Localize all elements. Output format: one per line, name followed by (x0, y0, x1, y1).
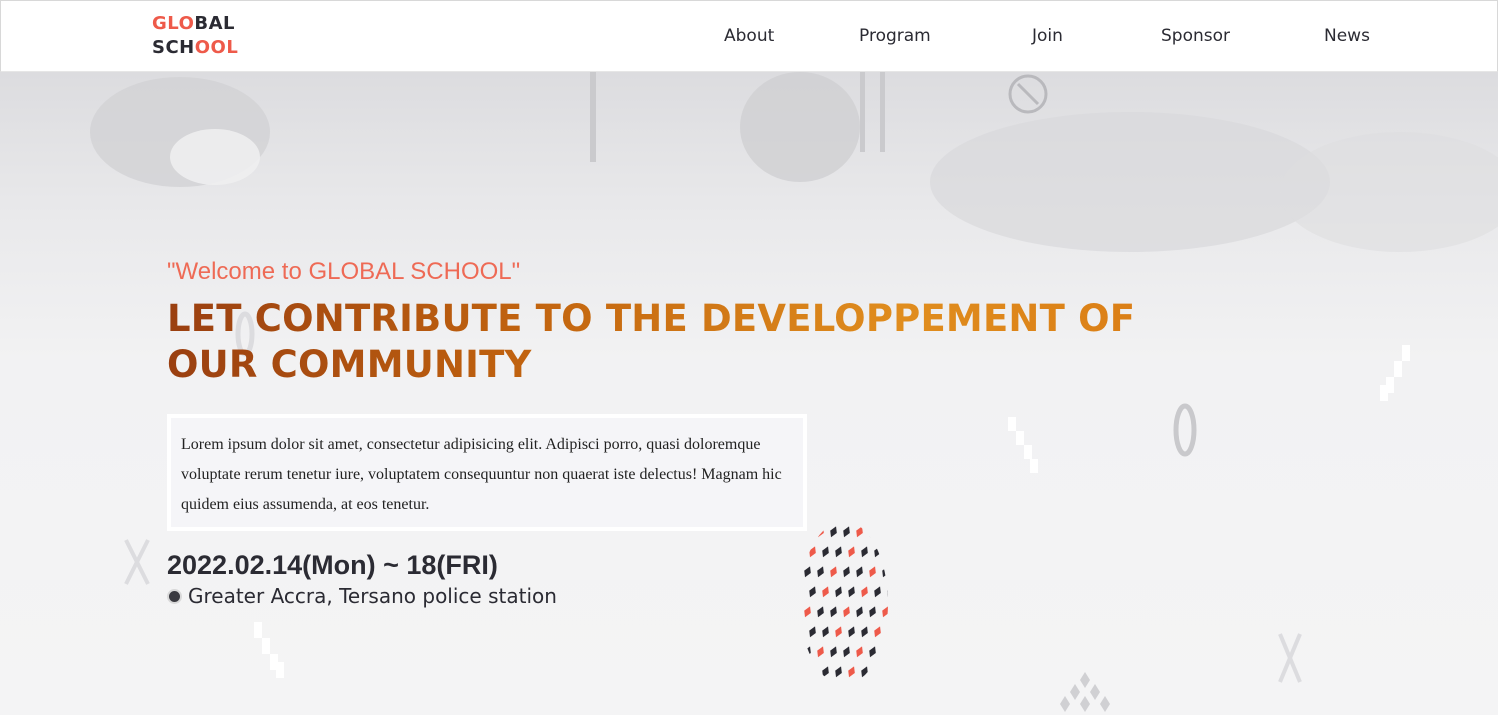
pattern-diamond (887, 546, 888, 558)
pattern-diamond (861, 626, 868, 638)
pattern-diamond (882, 646, 888, 658)
pattern-diamond (841, 685, 852, 686)
pattern-diamond (867, 685, 878, 686)
nav-about[interactable]: About (724, 26, 774, 46)
pattern-diamond (887, 666, 888, 678)
pattern-diamond (848, 626, 855, 638)
event-location-text: Greater Accra, Tersano police station (188, 584, 557, 608)
pattern-diamond (843, 646, 850, 658)
pattern-diamond (817, 526, 824, 538)
location-pin-icon (167, 589, 182, 604)
pattern-diamond (822, 666, 829, 678)
pattern-diamond (804, 526, 811, 538)
pattern-diamond (809, 586, 816, 598)
pattern-diamond (809, 546, 816, 558)
headline-line-1: LET CONTRIBUTE TO THE DEVELOPPEMENT OF (167, 297, 1136, 340)
pattern-diamond (822, 626, 829, 638)
nav-sponsor[interactable]: Sponsor (1161, 26, 1230, 46)
pattern-diamond (854, 685, 865, 686)
pattern-diamond (887, 586, 888, 598)
nav-news[interactable]: News (1324, 26, 1370, 46)
pattern-diamond (887, 626, 888, 638)
pattern-diamond (830, 646, 837, 658)
nav-program[interactable]: Program (859, 26, 931, 46)
pattern-diamond (817, 646, 824, 658)
pattern-diamond (848, 586, 855, 598)
pattern-diamond (843, 526, 850, 538)
pattern-diamond (880, 685, 891, 686)
pattern-diamond (874, 586, 881, 598)
diamond-pattern-decoration (802, 526, 891, 686)
hero-headline: LET CONTRIBUTE TO THE DEVELOPPEMENT OF O… (167, 296, 1217, 388)
main-nav: About Program Join Sponsor News (1, 26, 1497, 50)
pattern-diamond (804, 646, 811, 658)
pattern-diamond (817, 566, 824, 578)
site-header: GLOBAL SCHOOL About Program Join Sponsor… (0, 0, 1498, 72)
nav-join[interactable]: Join (1032, 26, 1063, 46)
pattern-diamond (869, 566, 876, 578)
pattern-diamond (882, 606, 888, 618)
pattern-diamond (835, 626, 842, 638)
pattern-diamond (830, 526, 837, 538)
pattern-diamond (835, 586, 842, 598)
pattern-diamond (815, 685, 826, 686)
pattern-diamond (809, 666, 816, 678)
pattern-diamond (874, 626, 881, 638)
pattern-diamond (856, 526, 863, 538)
pattern-diamond (874, 666, 881, 678)
pattern-diamond (848, 546, 855, 558)
pattern-diamond (822, 546, 829, 558)
description-box: Lorem ipsum dolor sit amet, consectetur … (167, 414, 807, 531)
pattern-diamond (843, 606, 850, 618)
hero-background-image (90, 72, 1498, 712)
pattern-diamond (843, 566, 850, 578)
pattern-diamond (861, 586, 868, 598)
hero-section: "Welcome to GLOBAL SCHOOL" LET CONTRIBUT… (0, 72, 1498, 715)
pattern-diamond (856, 646, 863, 658)
pattern-diamond (830, 606, 837, 618)
pattern-diamond (835, 666, 842, 678)
pattern-diamond (809, 626, 816, 638)
pattern-diamond (861, 546, 868, 558)
pattern-diamond (804, 566, 811, 578)
pattern-diamond (861, 666, 868, 678)
pattern-diamond (856, 566, 863, 578)
pattern-diamond (802, 685, 813, 686)
welcome-text: "Welcome to GLOBAL SCHOOL" (167, 258, 521, 285)
pattern-diamond (804, 606, 811, 618)
pattern-diamond (830, 566, 837, 578)
pattern-diamond (869, 606, 876, 618)
pattern-diamond (848, 666, 855, 678)
pattern-diamond (882, 566, 888, 578)
pattern-diamond (869, 526, 876, 538)
pattern-diamond (817, 606, 824, 618)
pattern-diamond (869, 646, 876, 658)
event-location: Greater Accra, Tersano police station (167, 584, 557, 610)
pattern-diamond (835, 546, 842, 558)
event-date: 2022.02.14(Mon) ~ 18(FRI) (167, 550, 498, 580)
pattern-diamond (856, 606, 863, 618)
pattern-diamond (828, 685, 839, 686)
pattern-diamond (822, 586, 829, 598)
pattern-diamond (882, 526, 888, 538)
headline-line-2: OUR COMMUNITY (167, 343, 532, 386)
pattern-diamond (874, 546, 881, 558)
